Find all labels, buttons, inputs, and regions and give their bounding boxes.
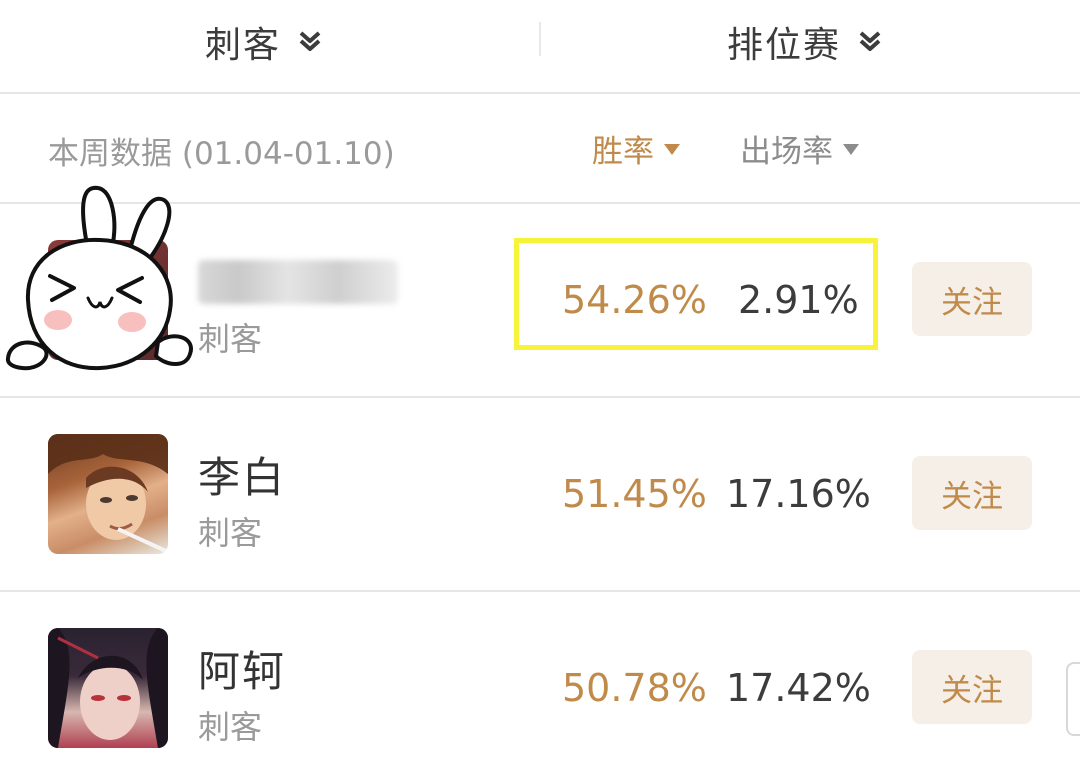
chevron-double-down-icon	[859, 31, 881, 51]
follow-button[interactable]: 关注	[912, 262, 1032, 336]
hero-avatar	[48, 628, 168, 748]
sort-win-rate-label: 胜率	[592, 134, 654, 170]
hero-win-rate: 50.78%	[562, 666, 707, 710]
floating-handle[interactable]	[1066, 662, 1080, 736]
hero-name: 阿轲	[198, 647, 287, 696]
sort-pick-rate-label: 出场率	[740, 134, 833, 170]
hero-role: 刺客	[198, 320, 263, 358]
hero-pick-rate: 17.42%	[726, 666, 871, 710]
portrait-art	[48, 434, 168, 554]
hero-name-redacted	[198, 260, 398, 304]
sort-win-rate-button[interactable]: 胜率	[592, 126, 680, 171]
mode-filter-dropdown[interactable]: 排位赛	[727, 14, 885, 70]
hero-role: 刺客	[198, 708, 263, 746]
hero-pick-rate: 17.16%	[726, 472, 871, 516]
filter-divider	[539, 22, 541, 56]
hero-row[interactable]: 阿轲 刺客 50.78% 17.42% 关注	[0, 592, 1080, 784]
portrait-art	[48, 628, 168, 748]
role-filter-dropdown[interactable]: 刺客	[205, 14, 325, 70]
follow-button[interactable]: 关注	[912, 650, 1032, 724]
hero-row[interactable]: 李白 刺客 51.45% 17.16% 关注	[0, 398, 1080, 592]
sort-pick-rate-button[interactable]: 出场率	[740, 126, 859, 171]
week-range-label: 本周数据 (01.04-01.10)	[48, 136, 395, 172]
hero-avatar	[48, 434, 168, 554]
hero-win-rate: 51.45%	[562, 472, 707, 516]
filter-bar: 刺客 排位赛	[0, 0, 1080, 94]
role-filter-label: 刺客	[205, 25, 282, 66]
hero-name: 李白	[198, 453, 287, 502]
mode-filter-label: 排位赛	[727, 25, 842, 66]
hero-role: 刺客	[198, 514, 263, 552]
follow-button[interactable]: 关注	[912, 456, 1032, 530]
caret-down-icon	[664, 144, 680, 155]
highlight-box	[514, 238, 878, 350]
chevron-double-down-icon	[299, 31, 321, 51]
caret-down-icon	[843, 144, 859, 155]
bunny-sticker-icon	[5, 185, 193, 371]
